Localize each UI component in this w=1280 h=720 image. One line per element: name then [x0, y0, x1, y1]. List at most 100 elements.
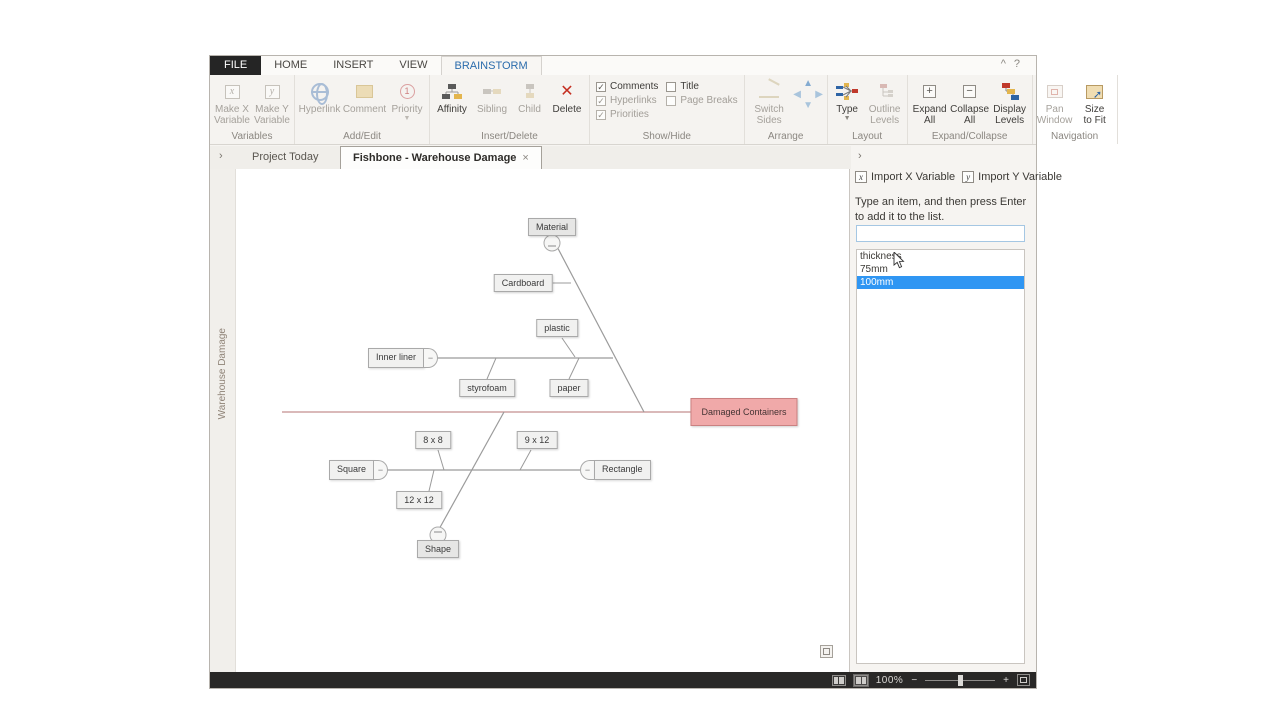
comments-checkbox[interactable]: ✓	[596, 82, 606, 92]
expand-all-button[interactable]: + Expand All	[910, 77, 950, 126]
list-item-selected[interactable]: 100mm	[857, 276, 1024, 289]
tab-view[interactable]: VIEW	[386, 56, 440, 75]
item-list[interactable]: thickness 75mm 100mm	[856, 249, 1025, 664]
status-bar: 100% − +	[210, 672, 1036, 688]
size-to-fit-button[interactable]: ➚ Size to Fit	[1075, 77, 1115, 126]
canvas-pan-navigator-button[interactable]	[820, 645, 833, 658]
affinity-icon	[442, 83, 462, 101]
collapse-all-minus-icon: −	[963, 85, 976, 98]
node-9x12[interactable]: 9 x 12	[517, 431, 558, 449]
group-label-add-edit: Add/Edit	[297, 131, 427, 144]
variable-list-panel: › x Import X Variable y Import Y Variabl…	[851, 146, 1036, 669]
make-y-variable-button[interactable]: y Make Y Variable	[252, 77, 292, 126]
fit-page-icon[interactable]	[1017, 674, 1030, 686]
display-levels-button[interactable]: Display Levels	[990, 77, 1030, 126]
diagram-canvas[interactable]: Material Cardboard plastic Inner liner −…	[236, 169, 850, 674]
sidebar-vertical-label: Warehouse Damage	[217, 328, 228, 419]
comment-button[interactable]: Comment	[342, 77, 387, 115]
move-up-arrow-icon[interactable]: ▲	[803, 79, 813, 89]
zoom-slider-thumb[interactable]	[958, 675, 963, 686]
node-inner-liner-label: Inner liner	[368, 348, 424, 368]
node-rectangle[interactable]: Rectangle −	[580, 460, 651, 480]
comments-checkbox-row[interactable]: ✓ Comments	[596, 81, 658, 92]
hyperlinks-checkbox-row[interactable]: ✓ Hyperlinks	[596, 95, 658, 106]
comment-label: Comment	[343, 104, 386, 115]
node-plastic[interactable]: plastic	[536, 319, 578, 337]
doc-tab-fishbone[interactable]: Fishbone - Warehouse Damage ×	[340, 146, 542, 169]
priorities-checkbox-row[interactable]: ✓ Priorities	[596, 109, 658, 120]
node-shape[interactable]: Shape	[417, 540, 459, 558]
zoom-in-button[interactable]: +	[1003, 675, 1009, 686]
hyperlink-button[interactable]: Hyperlink	[297, 77, 342, 115]
pan-window-button[interactable]: Pan Window	[1035, 77, 1075, 126]
add-item-input[interactable]	[856, 225, 1025, 242]
child-button[interactable]: Child	[512, 77, 547, 115]
square-collapse-icon[interactable]: −	[374, 460, 388, 480]
child-icon	[522, 83, 538, 101]
title-checkbox-row[interactable]: Title	[666, 81, 737, 92]
tab-brainstorm[interactable]: BRAINSTORM	[441, 56, 542, 75]
node-inner-liner[interactable]: Inner liner −	[368, 348, 438, 368]
import-y-icon: y	[962, 171, 974, 183]
node-paper[interactable]: paper	[549, 379, 588, 397]
doc-tab-project-today[interactable]: Project Today	[240, 146, 330, 169]
node-square[interactable]: Square −	[329, 460, 388, 480]
affinity-button[interactable]: Affinity	[432, 77, 472, 115]
pan-window-label: Pan Window	[1037, 104, 1073, 126]
doc-tab-fishbone-label: Fishbone - Warehouse Damage	[353, 152, 516, 164]
zoom-slider[interactable]	[925, 680, 995, 681]
ribbon: x Make X Variable y Make Y Variable Vari…	[210, 75, 1036, 145]
outline-levels-button[interactable]: Outline Levels	[865, 77, 905, 126]
move-down-arrow-icon[interactable]: ▼	[803, 101, 813, 111]
rectangle-collapse-icon[interactable]: −	[580, 460, 594, 480]
sibling-button[interactable]: Sibling	[472, 77, 512, 115]
inner-liner-collapse-icon[interactable]: −	[424, 348, 438, 368]
title-checkbox[interactable]	[666, 82, 676, 92]
size-to-fit-icon: ➚	[1086, 85, 1103, 99]
help-icon[interactable]: ?	[1014, 58, 1028, 70]
priority-button[interactable]: 1 Priority ▼	[387, 77, 427, 122]
priorities-checkbox[interactable]: ✓	[596, 110, 606, 120]
list-item[interactable]: thickness	[857, 250, 1024, 263]
left-sidebar-strip: Warehouse Damage	[210, 169, 236, 674]
group-show-hide: ✓ Comments ✓ Hyperlinks ✓ Priorities	[590, 75, 745, 144]
page-breaks-checkbox-row[interactable]: Page Breaks	[666, 95, 737, 106]
tab-file[interactable]: FILE	[210, 56, 261, 75]
group-label-insert-delete: Insert/Delete	[432, 131, 587, 144]
node-damaged-containers[interactable]: Damaged Containers	[690, 398, 797, 426]
make-x-variable-button[interactable]: x Make X Variable	[212, 77, 252, 126]
map-view-icon[interactable]	[854, 675, 868, 686]
tab-home[interactable]: HOME	[261, 56, 320, 75]
import-x-icon: x	[855, 171, 867, 183]
move-right-arrow-icon[interactable]: ▶	[815, 90, 823, 100]
list-item[interactable]: 75mm	[857, 263, 1024, 276]
collapse-ribbon-icon[interactable]: ^	[1001, 58, 1014, 70]
left-panel-expander-icon[interactable]: ›	[219, 150, 223, 162]
node-8x8[interactable]: 8 x 8	[415, 431, 451, 449]
page-breaks-checkbox[interactable]	[666, 96, 676, 106]
collapse-all-button[interactable]: − Collapse All	[950, 77, 990, 126]
switch-sides-button[interactable]: Switch Sides	[747, 77, 792, 126]
pan-window-icon	[1047, 85, 1063, 98]
delete-button[interactable]: ✕ Delete	[547, 77, 587, 115]
zoom-out-button[interactable]: −	[911, 675, 917, 686]
node-cardboard[interactable]: Cardboard	[494, 274, 553, 292]
import-x-variable-button[interactable]: x Import X Variable	[855, 171, 955, 183]
outline-view-icon[interactable]	[832, 675, 846, 686]
make-y-variable-label: Make Y Variable	[254, 104, 290, 126]
move-left-arrow-icon[interactable]: ◀	[793, 90, 801, 100]
node-12x12[interactable]: 12 x 12	[396, 491, 442, 509]
group-navigation: Pan Window ➚ Size to Fit Navigation	[1033, 75, 1118, 144]
type-button[interactable]: Type ▼	[830, 77, 865, 122]
close-tab-icon[interactable]: ×	[522, 152, 528, 164]
size-to-fit-label: Size to Fit	[1084, 104, 1106, 126]
hyperlinks-checkbox[interactable]: ✓	[596, 96, 606, 106]
import-y-variable-button[interactable]: y Import Y Variable	[962, 171, 1062, 183]
panel-collapse-chevron-icon[interactable]: ›	[858, 150, 862, 162]
tab-insert[interactable]: INSERT	[320, 56, 386, 75]
hyperlink-globe-icon	[311, 83, 329, 101]
node-styrofoam[interactable]: styrofoam	[459, 379, 515, 397]
delete-label: Delete	[553, 104, 582, 115]
node-material[interactable]: Material	[528, 218, 576, 236]
group-label-show-hide: Show/Hide	[592, 131, 742, 144]
